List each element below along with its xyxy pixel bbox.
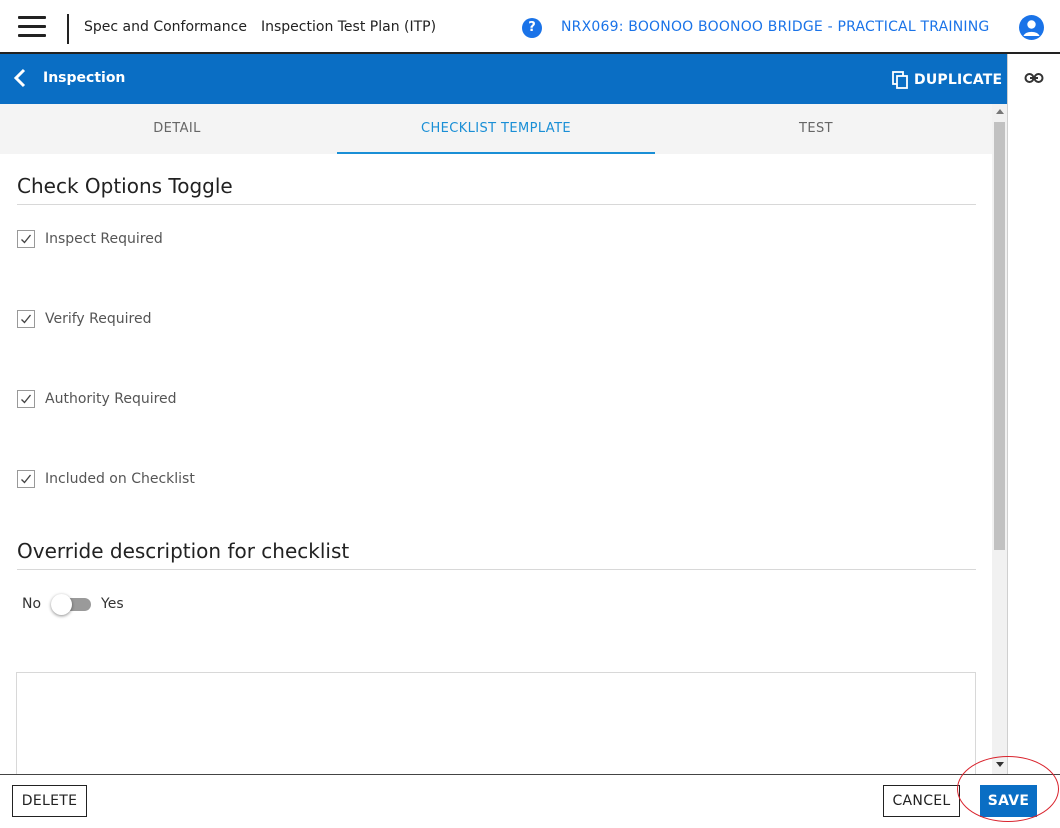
help-icon[interactable]: ? (522, 18, 542, 38)
authority-required-checkbox[interactable]: Authority Required (17, 389, 177, 409)
tab-test[interactable]: TEST (657, 104, 975, 154)
checklist-template-content: Check Options Toggle Inspect Required Ve… (0, 154, 992, 774)
scroll-down-arrow-icon[interactable] (996, 762, 1004, 767)
inspect-required-checkbox[interactable]: Inspect Required (17, 229, 163, 249)
override-toggle-row: No Yes (22, 594, 124, 615)
tab-bar: DETAIL CHECKLIST TEMPLATE TEST (0, 104, 992, 154)
toggle-knob[interactable] (51, 594, 73, 615)
project-link[interactable]: NRX069: BOONOO BOONOO BRIDGE - PRACTICAL… (561, 19, 989, 35)
inspect-required-label: Inspect Required (45, 231, 163, 247)
copy-icon (892, 71, 908, 89)
check-options-title: Check Options Toggle (17, 174, 233, 198)
scroll-thumb[interactable] (994, 122, 1005, 550)
verify-required-label: Verify Required (45, 311, 152, 327)
tab-detail[interactable]: DETAIL (18, 104, 336, 154)
user-account-icon[interactable] (1019, 15, 1044, 40)
top-app-bar: Spec and Conformance Inspection Test Pla… (0, 0, 1060, 54)
included-on-checklist-label: Included on Checklist (45, 471, 195, 487)
delete-button[interactable]: DELETE (12, 785, 87, 817)
toggle-no-label: No (22, 596, 42, 612)
verify-required-checkbox[interactable]: Verify Required (17, 309, 151, 329)
content-scrollbar[interactable] (992, 104, 1007, 774)
included-on-checklist-checkbox[interactable]: Included on Checklist (17, 469, 195, 489)
duplicate-button[interactable]: DUPLICATE (892, 69, 1002, 91)
section-divider (17, 569, 976, 570)
checkbox-checked-icon[interactable] (17, 390, 35, 408)
tab-checklist-template[interactable]: CHECKLIST TEMPLATE (337, 104, 655, 154)
panel-header: Inspection DUPLICATE (0, 54, 1007, 104)
section-divider (17, 204, 976, 205)
hamburger-menu-icon[interactable] (18, 16, 46, 38)
duplicate-label: DUPLICATE (914, 72, 1003, 88)
save-button[interactable]: SAVE (980, 785, 1037, 817)
back-chevron-icon[interactable] (12, 68, 28, 88)
override-description-textarea[interactable] (16, 672, 976, 774)
cancel-button[interactable]: CANCEL (883, 785, 960, 817)
checkbox-checked-icon[interactable] (17, 470, 35, 488)
authority-required-label: Authority Required (45, 391, 177, 407)
checkbox-checked-icon[interactable] (17, 230, 35, 248)
scroll-up-arrow-icon[interactable] (996, 109, 1004, 114)
link-icon[interactable] (1024, 70, 1044, 84)
override-description-toggle[interactable] (51, 594, 92, 615)
breadcrumb-page[interactable]: Inspection Test Plan (ITP) (261, 19, 436, 35)
header-divider (67, 14, 69, 44)
toggle-yes-label: Yes (101, 596, 124, 612)
panel-title: Inspection (43, 70, 126, 86)
right-side-rail (1007, 54, 1060, 774)
footer-action-bar: DELETE CANCEL SAVE (0, 774, 1060, 828)
checkbox-checked-icon[interactable] (17, 310, 35, 328)
breadcrumb-module[interactable]: Spec and Conformance (84, 19, 247, 35)
override-description-title: Override description for checklist (17, 539, 350, 563)
